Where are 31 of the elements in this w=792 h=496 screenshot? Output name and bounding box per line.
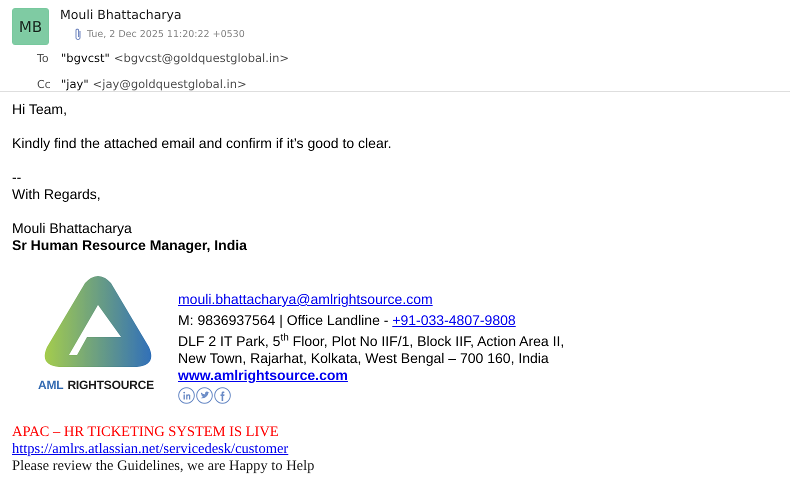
recipient-address: <jay@goldquestglobal.in> <box>92 77 247 91</box>
recipient-label: To <box>37 52 50 64</box>
sent-date: Tue, 2 Dec 2025 11:20:22 +0530 <box>87 29 245 40</box>
logo-icon <box>43 275 153 369</box>
linkedin-icon[interactable] <box>178 387 195 404</box>
separator-text: -- <box>12 169 22 186</box>
landline-link[interactable]: +91-033-4807-9808 <box>392 312 516 328</box>
signature-name: Mouli Bhattacharya <box>12 220 133 237</box>
note-text: Please review the Guidelines, we are Happy to Help <box>12 458 316 475</box>
website-link[interactable]: www.amlrightsource.com <box>178 367 348 383</box>
email-link[interactable]: mouli.bhattacharya@amlrightsource.com <box>178 291 433 307</box>
closing-text: With Regards, <box>12 186 102 203</box>
paperclip-icon <box>74 28 82 41</box>
servicedesk-link[interactable]: https://amlrs.atlassian.net/servicedesk/customer <box>12 441 288 457</box>
recipient-label: Cc <box>37 78 52 90</box>
facebook-icon[interactable] <box>214 387 231 404</box>
recipient-name: "jay" <box>61 77 89 91</box>
announcement-text: APAC – HR TICKETING SYSTEM IS LIVE <box>12 424 280 441</box>
phone-text: M: 9836937564 | Office Landline - <box>178 312 390 328</box>
sender-avatar: MB <box>12 8 49 45</box>
recipient-address: <bgvcst@goldquestglobal.in> <box>114 51 290 65</box>
sender-name: Mouli Bhattacharya <box>60 7 183 22</box>
address-text: New Town, Rajarhat, Kolkata, West Bengal – 700 160, India <box>178 350 550 367</box>
message-text: Kindly find the attached email and confirm if it’s good to clear. <box>12 135 393 152</box>
logo-text: AML <box>38 378 64 392</box>
address-text: DLF 2 IT Park, 5$^{th}$ Floor, Plot No IIF/1, Block IIF, Action Area II, <box>178 333 564 350</box>
twitter-icon[interactable] <box>196 387 213 404</box>
greeting-text: Hi Team, <box>12 101 68 118</box>
signature-title: Sr Human Resource Manager, India <box>12 237 248 254</box>
recipient-name: "bgvcst" <box>61 51 110 65</box>
logo-text: RIGHTSOURCE <box>67 378 154 392</box>
